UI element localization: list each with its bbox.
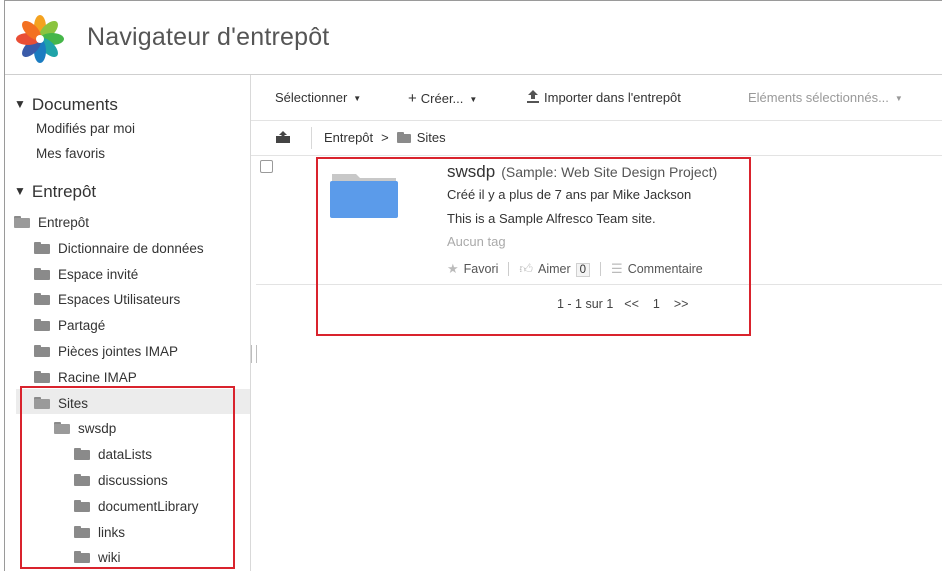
folder-icon bbox=[396, 132, 411, 143]
breadcrumb-bar: Entrepôt > Sites bbox=[251, 121, 942, 156]
caret-down-icon: ▼ bbox=[894, 94, 903, 103]
item-select-checkbox[interactable] bbox=[260, 160, 273, 173]
tree-item-dictionnaire-de-donn-es[interactable]: Dictionnaire de données bbox=[34, 236, 204, 260]
folder-icon bbox=[34, 293, 50, 305]
folder-icon bbox=[34, 319, 50, 331]
breadcrumb-root-link[interactable]: Entrepôt bbox=[324, 130, 373, 145]
tree-item-label: Entrepôt bbox=[38, 214, 90, 230]
documents-heading: Documents bbox=[31, 95, 118, 114]
tree-item-entrep-t[interactable]: Entrepôt bbox=[14, 210, 89, 234]
import-label: Importer dans l'entrepôt bbox=[544, 90, 681, 105]
alfresco-flower-icon bbox=[16, 15, 64, 63]
tree-item-label: Partagé bbox=[58, 317, 106, 333]
link-modified-by-me[interactable]: Modifiés par moi bbox=[36, 121, 135, 136]
triangle-down-icon: ▼ bbox=[14, 184, 26, 198]
breadcrumb-current: Sites bbox=[416, 130, 446, 145]
tree-item-label: Dictionnaire de données bbox=[58, 240, 204, 256]
folder-icon bbox=[34, 268, 50, 280]
tree-item-label: Espace invité bbox=[58, 266, 139, 282]
app-header: Navigateur d'entrepôt bbox=[5, 1, 942, 75]
folder-up-icon[interactable] bbox=[276, 131, 290, 143]
selected-items-menu[interactable]: Eléments sélectionnés... ▼ bbox=[748, 90, 903, 105]
selected-items-label: Eléments sélectionnés... bbox=[748, 90, 889, 105]
tree-item-label: Racine IMAP bbox=[58, 369, 137, 385]
select-label: Sélectionner bbox=[275, 90, 348, 105]
repository-section-toggle[interactable]: ▼ Entrepôt bbox=[14, 182, 96, 202]
folder-icon bbox=[14, 216, 30, 228]
tree-item-partag-[interactable]: Partagé bbox=[34, 313, 105, 337]
create-menu[interactable]: + Créer... ▼ bbox=[408, 90, 477, 107]
select-menu[interactable]: Sélectionner ▼ bbox=[275, 90, 361, 105]
tree-item-pi-ces-jointes-imap[interactable]: Pièces jointes IMAP bbox=[34, 339, 178, 363]
caret-down-icon: ▼ bbox=[469, 95, 478, 104]
folder-icon bbox=[34, 345, 50, 357]
tree-item-espaces-utilisateurs[interactable]: Espaces Utilisateurs bbox=[34, 287, 180, 311]
repository-heading: Entrepôt bbox=[31, 182, 97, 201]
upload-icon bbox=[527, 90, 539, 103]
tree-item-label: Espaces Utilisateurs bbox=[58, 291, 181, 307]
triangle-down-icon: ▼ bbox=[14, 97, 26, 111]
documents-section-toggle[interactable]: ▼ Documents bbox=[14, 95, 118, 115]
plus-icon: + bbox=[408, 90, 417, 107]
folder-icon bbox=[34, 242, 50, 254]
tree-item-espace-invit-[interactable]: Espace invité bbox=[34, 262, 138, 286]
create-label: Créer... bbox=[420, 91, 464, 106]
toolbar: Sélectionner ▼ + Créer... ▼ Importer dans l… bbox=[251, 75, 942, 121]
page-title: Navigateur d'entrepôt bbox=[87, 23, 330, 51]
highlight-box-item bbox=[316, 157, 751, 336]
caret-down-icon: ▼ bbox=[353, 94, 362, 103]
folder-icon bbox=[34, 371, 50, 383]
breadcrumb: Entrepôt > Sites bbox=[324, 130, 446, 145]
import-button[interactable]: Importer dans l'entrepôt bbox=[527, 90, 681, 105]
divider bbox=[311, 127, 312, 149]
breadcrumb-separator: > bbox=[381, 130, 389, 145]
link-my-favorites[interactable]: Mes favoris bbox=[36, 146, 105, 161]
highlight-box-tree bbox=[20, 386, 235, 569]
panel-resize-handle[interactable] bbox=[251, 345, 257, 363]
tree-item-label: Pièces jointes IMAP bbox=[58, 343, 179, 359]
